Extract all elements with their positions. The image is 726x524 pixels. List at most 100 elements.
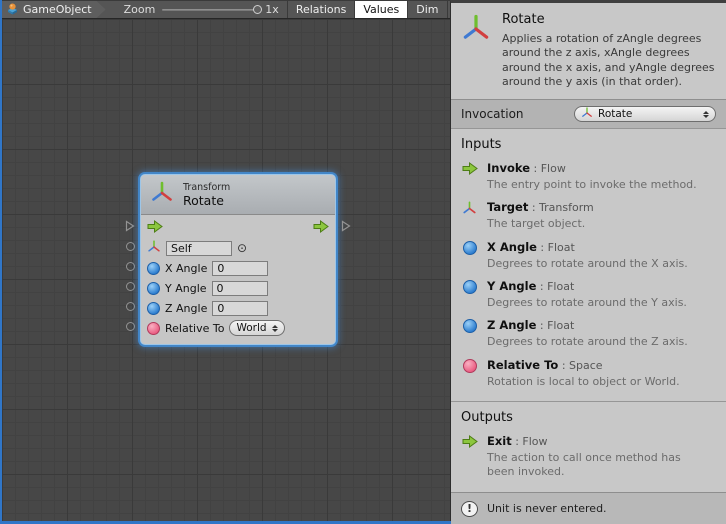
breadcrumb-label: GameObject <box>23 3 92 16</box>
relative-to-row: Relative To World <box>147 320 329 336</box>
pin-exit: Exit : Flow The action to call once meth… <box>461 434 716 480</box>
warning-bar: ! Unit is never entered. <box>451 492 726 524</box>
transform-icon <box>581 107 593 122</box>
x-angle-field[interactable]: 0 <box>212 261 268 276</box>
pin-description: Degrees to rotate around the Z axis. <box>487 335 688 349</box>
object-picker-icon[interactable]: ⊙ <box>237 242 247 254</box>
target-field[interactable]: Self <box>166 241 232 256</box>
pin-description: Degrees to rotate around the X axis. <box>487 257 688 271</box>
pin-name: Exit <box>487 434 512 448</box>
pin-name: Y Angle <box>487 279 536 293</box>
inspector-title: Rotate <box>502 12 716 27</box>
float-port-icon <box>147 262 160 275</box>
zoom-slider-thumb[interactable] <box>253 5 262 14</box>
target-input-port[interactable] <box>124 238 136 254</box>
tab-relations[interactable]: Relations <box>287 1 355 18</box>
graph-canvas[interactable]: Transform Rotate <box>2 19 450 521</box>
y-angle-input-port[interactable] <box>124 278 136 294</box>
node-title: Rotate <box>183 193 230 208</box>
pin-name: Relative To <box>487 358 558 372</box>
pin-description: Rotation is local to object or World. <box>487 375 680 389</box>
pin-invoke: Invoke : Flow The entry point to invoke … <box>461 161 716 192</box>
flow-output-port[interactable] <box>340 218 352 234</box>
graph-panel: GameObject Zoom 1x Relations Values Dim … <box>2 0 450 521</box>
inputs-title: Inputs <box>461 137 716 152</box>
output-ports <box>340 174 352 234</box>
zoom-control: Zoom 1x <box>106 1 287 18</box>
rotate-unit: Transform Rotate <box>124 174 352 345</box>
pin-description: The entry point to invoke the method. <box>487 178 697 192</box>
inspector-panel: Rotate Applies a rotation of zAngle degr… <box>450 0 726 521</box>
inputs-section: Inputs Invoke : Flow The entry point to … <box>451 129 726 402</box>
z-angle-row: Z Angle 0 <box>147 300 329 316</box>
float-port-icon <box>147 302 160 315</box>
pin-description: Degrees to rotate around the Y axis. <box>487 296 687 310</box>
float-port-icon <box>461 240 478 271</box>
graph-toolbar: GameObject Zoom 1x Relations Values Dim … <box>2 0 450 19</box>
breadcrumb[interactable]: GameObject <box>2 1 106 18</box>
zoom-value: 1x <box>265 3 279 16</box>
pin-description: The action to call once method has been … <box>487 451 707 480</box>
flow-arrow-icon <box>461 161 478 192</box>
z-angle-label: Z Angle <box>165 302 207 315</box>
invoke-flow-icon[interactable] <box>147 220 163 236</box>
pin-relative-to: Relative To : Space Rotation is local to… <box>461 358 716 389</box>
float-port-icon <box>461 318 478 349</box>
warning-icon: ! <box>461 501 478 517</box>
float-port-icon <box>461 279 478 310</box>
pin-description: The target object. <box>487 217 594 231</box>
tab-values[interactable]: Values <box>354 1 407 18</box>
y-angle-label: Y Angle <box>165 282 207 295</box>
transform-port-icon <box>147 240 161 257</box>
invocation-row: Invocation Rotate <box>451 100 726 129</box>
x-angle-label: X Angle <box>165 262 207 275</box>
pin-name: X Angle <box>487 240 537 254</box>
gameobject-icon <box>6 2 19 18</box>
float-port-icon <box>147 282 160 295</box>
relative-to-label: Relative To <box>165 322 224 335</box>
rotate-node[interactable]: Transform Rotate <box>140 174 336 345</box>
exit-flow-icon[interactable] <box>313 220 329 236</box>
invocation-dropdown[interactable]: Rotate <box>574 106 716 122</box>
dropdown-arrows-icon <box>272 325 278 332</box>
x-angle-input-port[interactable] <box>124 258 136 274</box>
pin-name: Z Angle <box>487 318 536 332</box>
z-angle-field[interactable]: 0 <box>212 301 268 316</box>
outputs-title: Outputs <box>461 410 716 425</box>
space-port-icon <box>147 322 160 335</box>
space-port-icon <box>461 358 478 389</box>
pin-z-angle: Z Angle : Float Degrees to rotate around… <box>461 318 716 349</box>
inspector-description: Applies a rotation of zAngle degrees aro… <box>502 32 716 89</box>
pin-target: Target : Transform The target object. <box>461 200 716 231</box>
pin-y-angle: Y Angle : Float Degrees to rotate around… <box>461 279 716 310</box>
node-category: Transform <box>183 182 230 193</box>
zoom-slider[interactable] <box>162 9 258 11</box>
transform-icon <box>461 200 478 231</box>
pin-name: Invoke <box>487 161 530 175</box>
x-angle-row: X Angle 0 <box>147 260 329 276</box>
target-row: Self ⊙ <box>147 240 329 256</box>
tab-dim[interactable]: Dim <box>407 1 446 18</box>
transform-icon <box>461 12 491 89</box>
dropdown-arrows-icon <box>703 111 709 118</box>
warning-text: Unit is never entered. <box>487 502 607 515</box>
inspector-header: Rotate Applies a rotation of zAngle degr… <box>451 3 726 100</box>
flow-arrow-icon <box>461 434 478 480</box>
relative-input-port[interactable] <box>124 318 136 334</box>
input-ports <box>124 174 136 334</box>
invocation-value: Rotate <box>598 108 698 120</box>
node-header[interactable]: Transform Rotate <box>141 175 335 215</box>
pin-name: Target <box>487 200 528 214</box>
bolt-graph-window: GameObject Zoom 1x Relations Values Dim … <box>0 0 726 524</box>
transform-icon <box>150 181 174 208</box>
flow-input-port[interactable] <box>124 218 136 234</box>
zoom-label: Zoom <box>124 3 156 16</box>
pin-x-angle: X Angle : Float Degrees to rotate around… <box>461 240 716 271</box>
y-angle-row: Y Angle 0 <box>147 280 329 296</box>
relative-to-dropdown[interactable]: World <box>229 320 284 336</box>
outputs-section: Outputs Exit : Flow The action to call o… <box>451 402 726 492</box>
z-angle-input-port[interactable] <box>124 298 136 314</box>
invocation-label: Invocation <box>461 107 524 121</box>
relative-to-value: World <box>236 322 266 334</box>
y-angle-field[interactable]: 0 <box>212 281 268 296</box>
